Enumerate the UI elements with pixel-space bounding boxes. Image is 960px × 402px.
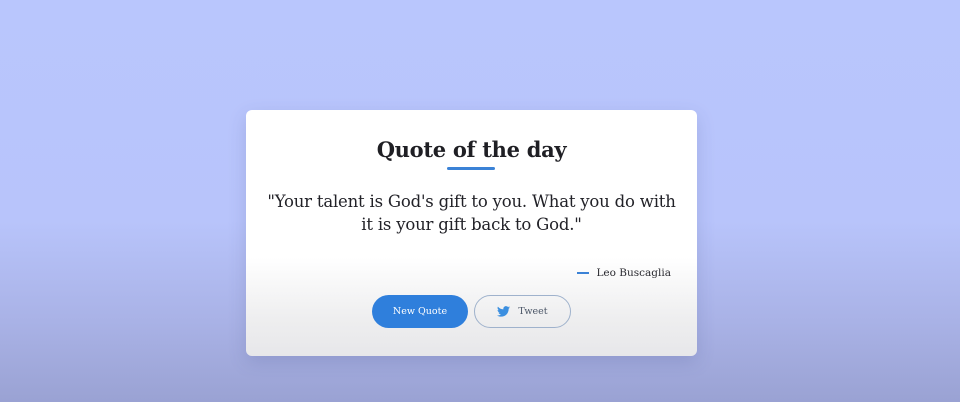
new-quote-button[interactable]: New Quote — [372, 295, 468, 328]
quote-author: Leo Buscaglia — [577, 267, 671, 279]
tweet-button[interactable]: Tweet — [474, 295, 571, 328]
quote-text: "Your talent is God's gift to you. What … — [267, 192, 676, 234]
author-dash — [577, 272, 590, 274]
new-quote-label: New Quote — [392, 306, 448, 317]
button-row: New Quote Tweet — [372, 295, 571, 328]
twitter-icon — [497, 306, 511, 317]
title-underline — [447, 167, 495, 170]
tweet-label: Tweet — [518, 306, 548, 317]
author-name: Leo Buscaglia — [596, 267, 671, 279]
quote-card: Quote of the day "Your talent is God's g… — [246, 110, 697, 356]
quote-card-title: Quote of the day — [376, 137, 567, 162]
